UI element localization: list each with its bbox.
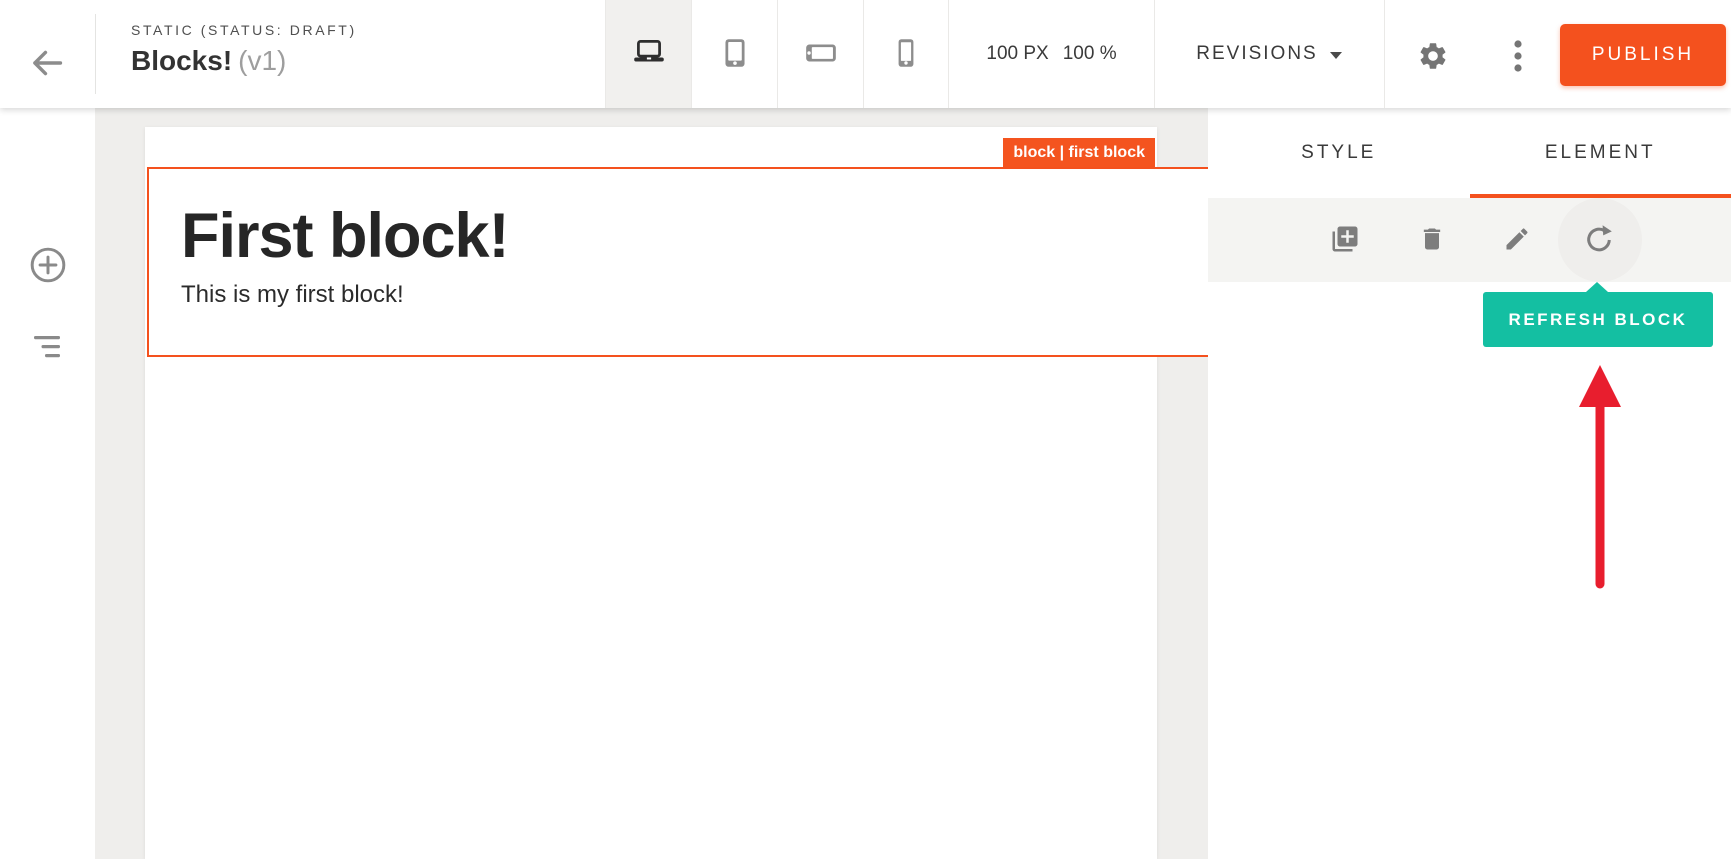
tooltip-pointer [1586, 282, 1608, 292]
selected-block[interactable]: First block! This is my first block! [147, 167, 1215, 357]
page-builder-app: STATIC (STATUS: DRAFT) Blocks!(v1) [0, 0, 1731, 859]
inspector-tabs: STYLE ELEMENT [1208, 108, 1731, 198]
back-arrow-icon [26, 43, 66, 86]
tablet-icon [717, 35, 753, 74]
canvas-width-value: 100 PX [986, 43, 1048, 65]
annotation-arrow-icon [1570, 363, 1630, 600]
phone-landscape-icon [803, 35, 839, 74]
block-list-button[interactable] [26, 326, 70, 370]
tab-style[interactable]: STYLE [1208, 108, 1470, 198]
device-mobile-portrait-button[interactable] [863, 0, 949, 108]
canvas-zoom-value: 100 % [1063, 43, 1117, 65]
pencil-icon [1503, 225, 1531, 256]
preview-page: block | first block First block! This is… [145, 127, 1157, 859]
block-heading: First block! [181, 203, 1181, 269]
tooltip-label: REFRESH BLOCK [1509, 310, 1688, 330]
refresh-icon [1584, 223, 1616, 258]
more-options-button[interactable] [1498, 35, 1538, 79]
delete-block-button[interactable] [1412, 220, 1452, 260]
duplicate-block-button[interactable] [1325, 220, 1365, 260]
document-title-group: STATIC (STATUS: DRAFT) Blocks!(v1) [131, 22, 357, 77]
tab-element[interactable]: ELEMENT [1470, 108, 1731, 198]
chevron-down-icon [1330, 52, 1342, 59]
kebab-menu-icon [1513, 39, 1523, 76]
header: STATIC (STATUS: DRAFT) Blocks!(v1) [0, 0, 1731, 108]
block-list-icon [32, 333, 64, 364]
element-toolbar [1208, 198, 1731, 282]
device-desktop-button[interactable] [605, 0, 691, 108]
revisions-label: REVISIONS [1196, 43, 1317, 65]
block-selection-badge: block | first block [1003, 138, 1155, 167]
publish-button[interactable]: PUBLISH [1560, 24, 1726, 86]
block-paragraph: This is my first block! [181, 281, 1181, 309]
left-toolbar [0, 108, 95, 859]
refresh-block-button[interactable] [1580, 220, 1620, 260]
page-version: (v1) [238, 45, 286, 76]
device-mobile-landscape-button[interactable] [777, 0, 863, 108]
inspector-panel: STYLE ELEMENT [1208, 108, 1731, 859]
gear-icon [1417, 40, 1449, 75]
add-block-button[interactable] [26, 244, 70, 288]
revisions-dropdown[interactable]: REVISIONS [1154, 0, 1385, 108]
page-title: Blocks!(v1) [131, 45, 357, 77]
edit-block-button[interactable] [1497, 220, 1537, 260]
device-tablet-button[interactable] [691, 0, 777, 108]
page-title-text: Blocks! [131, 45, 232, 76]
canvas-zoom-info: 100 PX 100 % [949, 0, 1155, 108]
device-preview-switcher [605, 0, 949, 108]
editor-canvas: block | first block First block! This is… [95, 108, 1208, 859]
trash-icon [1418, 225, 1446, 256]
back-button[interactable] [24, 42, 68, 86]
status-label: STATIC (STATUS: DRAFT) [131, 22, 357, 38]
duplicate-icon [1330, 224, 1360, 257]
laptop-icon [631, 35, 667, 74]
plus-circle-icon [29, 246, 67, 287]
settings-button[interactable] [1411, 35, 1455, 79]
header-divider [95, 14, 96, 94]
refresh-block-tooltip: REFRESH BLOCK [1483, 292, 1713, 347]
phone-portrait-icon [888, 35, 924, 74]
